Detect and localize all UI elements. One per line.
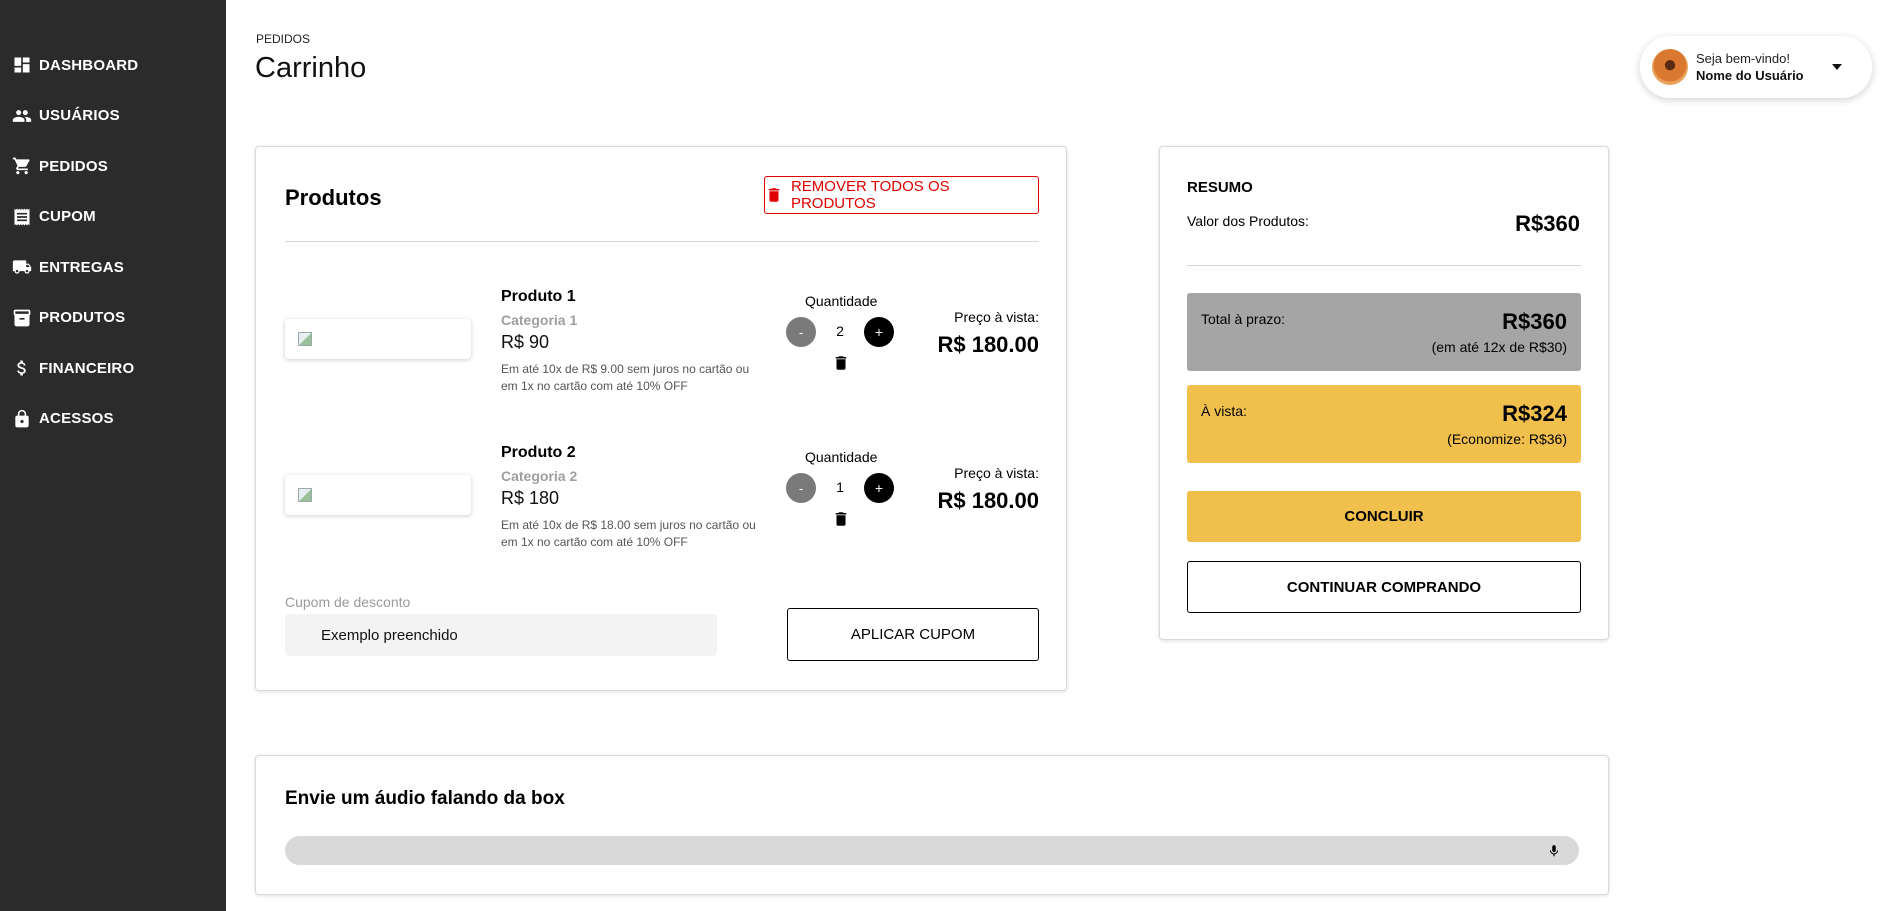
microphone-icon[interactable] — [1547, 842, 1561, 860]
quantity-label: Quantidade — [805, 293, 878, 309]
sidebar-item-entregas[interactable]: ENTREGAS — [0, 242, 226, 293]
sidebar-item-label: ENTREGAS — [39, 258, 124, 276]
sidebar: DASHBOARD USUÁRIOS PEDIDOS CUPOM ENTREGA… — [0, 0, 226, 911]
avatar — [1652, 49, 1688, 85]
sidebar-item-label: CUPOM — [39, 208, 96, 226]
product-name: Produto 1 — [501, 288, 576, 305]
user-welcome: Seja bem-vindo! — [1696, 51, 1790, 66]
cash-total-value: R$324 — [1502, 401, 1567, 426]
breadcrumb[interactable]: PEDIDOS — [256, 32, 310, 46]
product-image — [285, 319, 471, 359]
product-row: Produto 2 Categoria 2 R$ 180 Em até 10x … — [285, 437, 1039, 567]
decrease-quantity-button[interactable]: - — [786, 317, 816, 347]
sidebar-item-label: FINANCEIRO — [39, 359, 135, 377]
dashboard-icon — [12, 55, 32, 75]
truck-icon — [12, 257, 32, 277]
dollar-icon — [12, 358, 32, 378]
user-name: Nome do Usuário — [1696, 68, 1804, 83]
product-price: R$ 90 — [501, 332, 550, 352]
cash-price-value: R$ 180.00 — [937, 488, 1039, 513]
cash-price-label: Preço à vista: — [954, 465, 1039, 481]
summary-title: RESUMO — [1187, 179, 1253, 196]
cash-total-box: À vista: R$324 (Economize: R$36) — [1187, 385, 1581, 463]
product-image — [285, 475, 471, 515]
sidebar-item-label: DASHBOARD — [39, 56, 139, 74]
divider — [285, 241, 1039, 242]
audio-card: Envie um áudio falando da box — [255, 755, 1609, 895]
term-total-label: Total à prazo: — [1201, 311, 1286, 327]
quantity-label: Quantidade — [805, 449, 878, 465]
increase-quantity-button[interactable]: + — [864, 317, 894, 347]
increase-quantity-button[interactable]: + — [864, 473, 894, 503]
cart-icon — [12, 156, 32, 176]
audio-title: Envie um áudio falando da box — [285, 788, 565, 809]
sidebar-item-label: PRODUTOS — [39, 309, 126, 327]
product-installments: Em até 10x de R$ 9.00 sem juros no cartã… — [501, 362, 750, 393]
cash-price-value: R$ 180.00 — [937, 332, 1039, 357]
sidebar-item-usuarios[interactable]: USUÁRIOS — [0, 91, 226, 142]
coupon-input[interactable] — [285, 614, 717, 656]
trash-icon — [768, 188, 780, 202]
continue-shopping-button[interactable]: CONTINUAR COMPRANDO — [1187, 561, 1581, 613]
sidebar-item-produtos[interactable]: PRODUTOS — [0, 293, 226, 344]
lock-icon — [12, 409, 32, 429]
summary-card: RESUMO Valor dos Produtos: R$360 Total à… — [1159, 146, 1609, 640]
broken-image-icon — [298, 332, 312, 346]
sidebar-item-cupom[interactable]: CUPOM — [0, 192, 226, 243]
term-total-box: Total à prazo: R$360 (em até 12x de R$30… — [1187, 293, 1581, 371]
apply-coupon-button[interactable]: APLICAR CUPOM — [787, 608, 1039, 661]
cash-total-label: À vista: — [1201, 403, 1247, 419]
products-value-label: Valor dos Produtos: — [1187, 213, 1309, 229]
divider — [1187, 265, 1581, 266]
term-total-installments: (em até 12x de R$30) — [1431, 339, 1567, 355]
remove-all-label: REMOVER TODOS OS PRODUTOS — [790, 178, 950, 212]
user-menu[interactable]: Seja bem-vindo! Nome do Usuário — [1640, 36, 1872, 98]
trash-icon[interactable] — [832, 509, 850, 529]
sidebar-item-financeiro[interactable]: FINANCEIRO — [0, 343, 226, 394]
sidebar-item-label: USUÁRIOS — [39, 107, 120, 125]
product-price: R$ 180 — [501, 488, 560, 508]
term-total-value: R$360 — [1502, 309, 1567, 334]
chevron-down-icon[interactable] — [1832, 64, 1842, 70]
sidebar-item-label: ACESSOS — [39, 410, 114, 428]
product-installments: Em até 10x de R$ 18.00 sem juros no cart… — [501, 518, 756, 549]
coupon-label: Cupom de desconto — [285, 594, 411, 610]
sidebar-item-dashboard[interactable]: DASHBOARD — [0, 40, 226, 91]
product-category: Categoria 2 — [501, 468, 578, 484]
products-card: Produtos REMOVER TODOS OS PRODUTOS Produ… — [255, 146, 1067, 691]
box-icon — [12, 308, 32, 328]
product-category: Categoria 1 — [501, 312, 578, 328]
product-name: Produto 2 — [501, 444, 576, 461]
products-title: Produtos — [285, 185, 382, 210]
users-icon — [12, 106, 32, 126]
page-title: Carrinho — [255, 52, 367, 84]
receipt-icon — [12, 207, 32, 227]
cash-total-savings: (Economize: R$36) — [1447, 431, 1567, 447]
sidebar-item-acessos[interactable]: ACESSOS — [0, 394, 226, 445]
conclude-button[interactable]: CONCLUIR — [1187, 491, 1581, 542]
cash-price-label: Preço à vista: — [954, 309, 1039, 325]
remove-all-products-button[interactable]: REMOVER TODOS OS PRODUTOS — [764, 176, 1039, 214]
quantity-value: 1 — [836, 479, 844, 495]
product-row: Produto 1 Categoria 1 R$ 90 Em até 10x d… — [285, 281, 1039, 411]
trash-icon[interactable] — [832, 353, 850, 373]
decrease-quantity-button[interactable]: - — [786, 473, 816, 503]
sidebar-item-pedidos[interactable]: PEDIDOS — [0, 141, 226, 192]
audio-recorder-bar[interactable] — [285, 836, 1579, 865]
sidebar-item-label: PEDIDOS — [39, 157, 108, 175]
broken-image-icon — [298, 488, 312, 502]
quantity-value: 2 — [836, 323, 844, 339]
products-value: R$360 — [1515, 211, 1580, 236]
